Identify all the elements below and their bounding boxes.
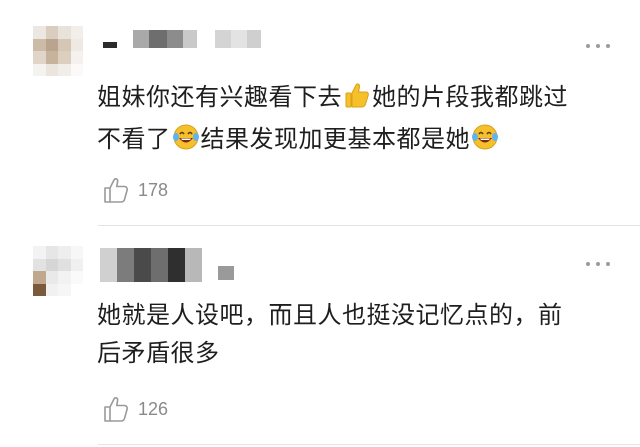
dot-icon xyxy=(596,44,600,48)
more-options-button[interactable] xyxy=(586,261,610,267)
comment-line: 姐妹你还有兴趣看下去 她的片段我都跳过 xyxy=(97,78,620,120)
dot-icon xyxy=(596,262,600,266)
thumbs-up-outline-icon xyxy=(104,397,128,422)
dot-icon xyxy=(586,262,590,266)
comment-line: 后矛盾很多 xyxy=(97,339,220,367)
like-button[interactable]: 178 xyxy=(102,175,168,205)
avatar[interactable] xyxy=(33,26,83,76)
comment-text: 她就是人设吧，而且人也挺没记忆点的，前 后矛盾很多 xyxy=(97,296,620,372)
avatar[interactable] xyxy=(33,246,83,296)
comment-line: 她就是人设吧，而且人也挺没记忆点的，前 xyxy=(97,301,563,329)
thumbs-up-icon xyxy=(343,81,371,120)
more-options-button[interactable] xyxy=(586,43,610,49)
comment-item: 姐妹你还有兴趣看下去 她的片段我都跳过 不看了 结果发现加更基本都是她 178 xyxy=(0,0,640,226)
comment-text-segment: 姐妹你还有兴趣看下去 xyxy=(97,83,342,111)
like-count: 178 xyxy=(138,179,169,200)
comment-text-segment: 不看了 xyxy=(97,125,171,153)
laughing-tears-icon xyxy=(172,123,200,162)
dot-icon xyxy=(586,44,590,48)
username-blurred[interactable] xyxy=(100,248,234,282)
thumbs-up-outline-icon xyxy=(104,178,128,203)
divider xyxy=(98,444,640,445)
comment-text: 姐妹你还有兴趣看下去 她的片段我都跳过 不看了 结果发现加更基本都是她 xyxy=(97,78,620,162)
comment-text-segment: 结果发现加更基本都是她 xyxy=(200,125,470,153)
laughing-tears-icon xyxy=(471,123,499,162)
comment-line: 不看了 结果发现加更基本都是她 xyxy=(97,120,620,162)
like-count: 126 xyxy=(138,398,169,419)
dot-icon xyxy=(606,262,610,266)
comment-text-segment: 她的片段我都跳过 xyxy=(372,83,568,111)
like-button[interactable]: 126 xyxy=(102,394,168,424)
dot-icon xyxy=(606,44,610,48)
username-blurred[interactable] xyxy=(103,30,261,48)
comment-item: 她就是人设吧，而且人也挺没记忆点的，前 后矛盾很多 126 xyxy=(0,226,640,447)
